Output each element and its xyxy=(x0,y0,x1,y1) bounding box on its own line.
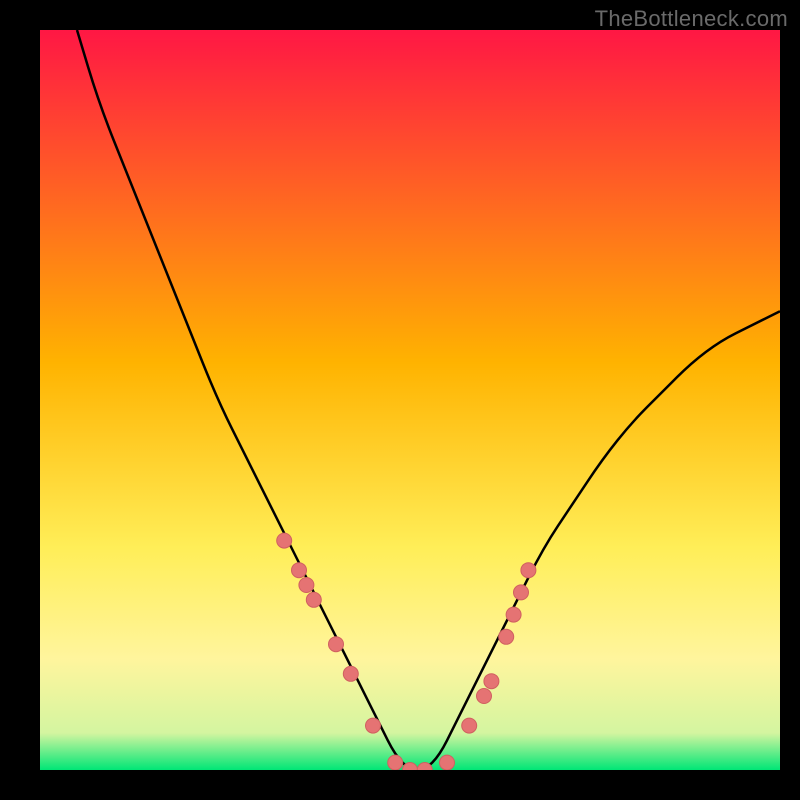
watermark-text: TheBottleneck.com xyxy=(595,6,788,32)
chart-svg xyxy=(40,30,780,770)
chart-background xyxy=(40,30,780,770)
chart-plot-area xyxy=(40,30,780,770)
data-marker xyxy=(306,592,321,607)
data-marker xyxy=(388,755,403,770)
data-marker xyxy=(329,637,344,652)
data-marker xyxy=(499,629,514,644)
data-marker xyxy=(477,689,492,704)
data-marker xyxy=(440,755,455,770)
data-marker xyxy=(521,563,536,578)
data-marker xyxy=(366,718,381,733)
data-marker xyxy=(343,666,358,681)
data-marker xyxy=(462,718,477,733)
data-marker xyxy=(514,585,529,600)
data-marker xyxy=(484,674,499,689)
data-marker xyxy=(292,563,307,578)
data-marker xyxy=(506,607,521,622)
data-marker xyxy=(277,533,292,548)
data-marker xyxy=(299,578,314,593)
